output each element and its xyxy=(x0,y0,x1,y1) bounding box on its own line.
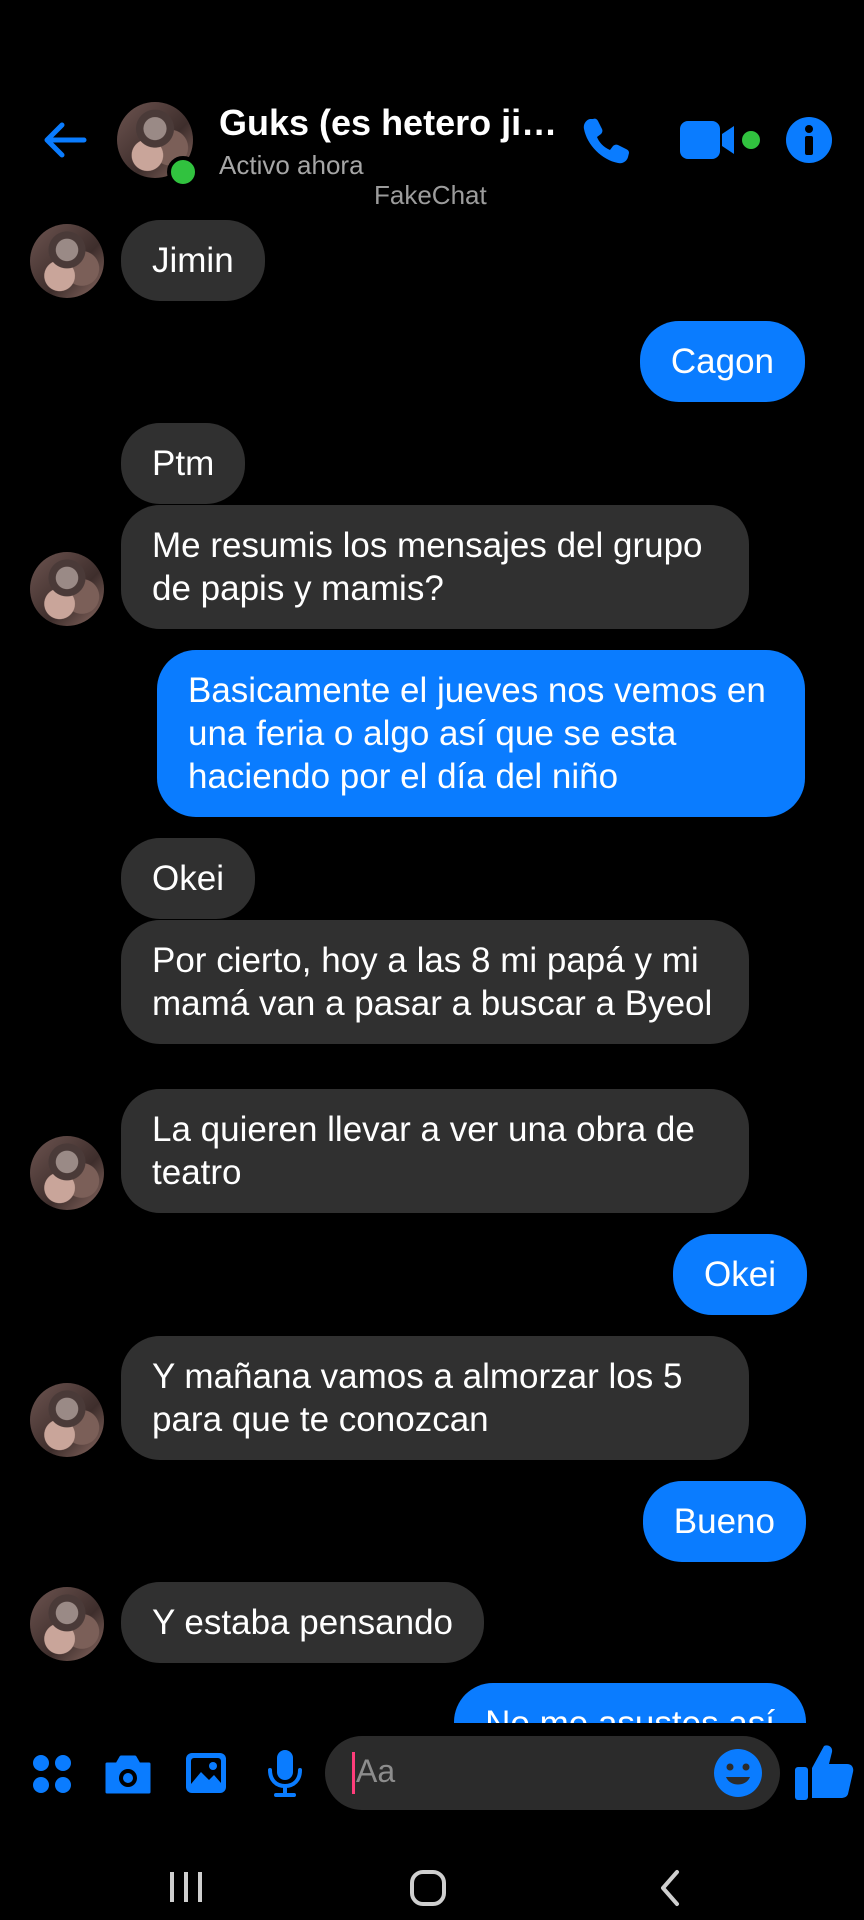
outgoing-message[interactable]: Cagon xyxy=(639,321,805,402)
info-icon[interactable] xyxy=(784,115,834,165)
system-navigation-bar xyxy=(0,1820,864,1920)
watermark-text: FakeChat xyxy=(374,180,487,210)
message-clip: No me asustes así xyxy=(0,1660,864,1723)
recent-apps-icon[interactable] xyxy=(166,1870,206,1904)
back-arrow-icon[interactable] xyxy=(40,115,90,165)
incoming-message[interactable]: Ptm xyxy=(121,423,246,504)
camera-icon[interactable] xyxy=(103,1752,153,1796)
text-caret xyxy=(352,1752,355,1794)
thumbs-up-icon[interactable] xyxy=(792,1740,856,1804)
message-input-placeholder: Aa xyxy=(356,1753,396,1789)
microphone-icon[interactable] xyxy=(265,1748,305,1798)
emoji-icon[interactable] xyxy=(712,1747,764,1799)
outgoing-message[interactable]: Basicamente el jueves nos vemos en una f… xyxy=(157,650,805,817)
online-indicator xyxy=(167,156,199,188)
home-icon[interactable] xyxy=(408,1868,448,1908)
incoming-message[interactable]: Me resumis los mensajes del grupo de pap… xyxy=(121,505,749,629)
chat-header: Guks (es hetero jim... Activo ahora Fake… xyxy=(0,0,864,210)
sender-avatar[interactable] xyxy=(30,552,104,626)
sender-avatar[interactable] xyxy=(30,1587,104,1661)
incoming-message[interactable]: Por cierto, hoy a las 8 mi papá y mi mam… xyxy=(121,920,749,1044)
phone-icon[interactable] xyxy=(580,115,632,167)
incoming-message[interactable]: La quieren llevar a ver una obra de teat… xyxy=(121,1089,749,1213)
outgoing-message[interactable]: Bueno xyxy=(642,1481,806,1562)
outgoing-message[interactable]: Okei xyxy=(673,1234,807,1315)
incoming-message[interactable]: Okei xyxy=(121,838,255,919)
contact-name[interactable]: Guks (es hetero jim... xyxy=(219,102,569,144)
sender-avatar[interactable] xyxy=(30,1136,104,1210)
back-icon[interactable] xyxy=(655,1868,685,1908)
apps-icon[interactable] xyxy=(30,1752,74,1796)
active-status: Activo ahora xyxy=(219,150,364,180)
gallery-icon[interactable] xyxy=(183,1750,229,1796)
outgoing-message[interactable]: No me asustes así xyxy=(454,1683,806,1723)
sender-avatar[interactable] xyxy=(30,1383,104,1457)
incoming-message[interactable]: Y mañana vamos a almorzar los 5 para que… xyxy=(121,1336,749,1460)
incoming-message[interactable]: Jimin xyxy=(121,220,265,301)
sender-avatar[interactable] xyxy=(30,224,104,298)
video-camera-icon[interactable] xyxy=(678,117,764,165)
incoming-message[interactable]: Y estaba pensando xyxy=(121,1582,485,1663)
